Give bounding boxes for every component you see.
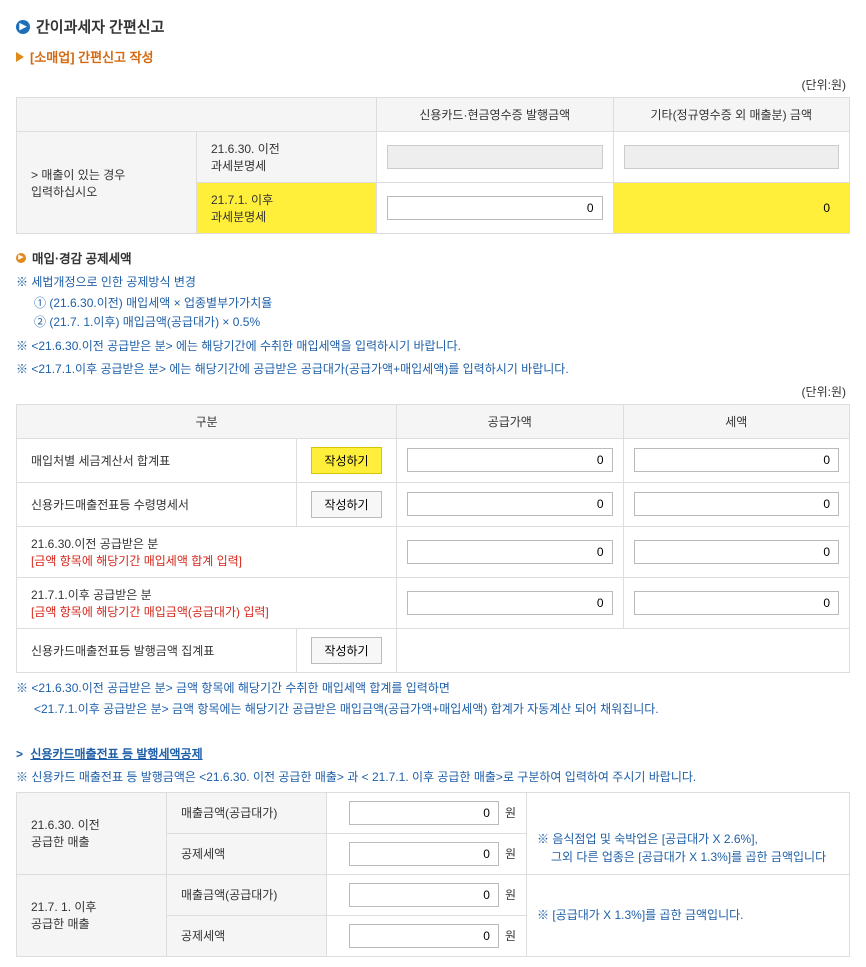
purchase-row4: 21.7.1.이후 공급받은 분 [금액 항목에 해당기간 매입금액(공급대가)…	[17, 577, 397, 628]
row1-supply-input[interactable]	[407, 448, 613, 472]
sales-row-head-l1: > 매출이 있는 경우	[31, 166, 186, 183]
credit-link-row: > 신용카드매출전표 등 발행세액공제	[16, 745, 850, 762]
purchase-note1: ※ 세법개정으로 인한 공제방식 변경	[16, 273, 850, 292]
after-other-input[interactable]	[624, 196, 840, 220]
credit-before-head: 21.6.30. 이전 공급한 매출	[17, 792, 167, 874]
period-before: 21.6.30. 이전 과세분명세	[197, 132, 377, 183]
row3-supply-input[interactable]	[407, 540, 613, 564]
page-sub-title: [소매업] 간편신고 작성	[16, 47, 850, 66]
purchase-note1a: ① (21.6.30.이전) 매입세액 × 업종별부가가치율	[34, 294, 850, 313]
credit-after-head: 21.7. 1. 이후 공급한 매출	[17, 874, 167, 956]
credit-before-deduct-label: 공제세액	[167, 833, 327, 874]
row2-supply-input[interactable]	[407, 492, 613, 516]
period-after-l1: 21.7.1. 이후	[211, 191, 366, 208]
sales-table: 신용카드·현금영수증 발행금액 기타(정규영수증 외 매출분) 금액 > 매출이…	[16, 97, 850, 234]
credit-before-l1: 21.6.30. 이전	[31, 816, 156, 833]
credit-before-help-l1: ※ 음식점업 및 숙박업은 [공급대가 X 2.6%],	[537, 830, 839, 848]
sales-row-head-l2: 입력하십시오	[31, 183, 186, 200]
purchase-note2: ※ <21.6.30.이전 공급받은 분> 에는 해당기간에 수취한 매입세액을…	[16, 337, 850, 356]
won-unit: 원	[505, 927, 516, 944]
purchase-row5-label: 신용카드매출전표등 발행금액 집계표	[17, 628, 297, 672]
purchase-row4-l1: 21.7.1.이후 공급받은 분	[31, 586, 386, 603]
unit-label: (단위:원)	[16, 76, 846, 93]
row4-tax-input[interactable]	[634, 591, 840, 615]
unit-label-2: (단위:원)	[16, 383, 846, 400]
row2-tax-input[interactable]	[634, 492, 840, 516]
period-before-l2: 과세분명세	[211, 157, 366, 174]
credit-card-deduct-link[interactable]: 신용카드매출전표 등 발행세액공제	[30, 747, 202, 761]
purchase-row3: 21.6.30.이전 공급받은 분 [금액 항목에 해당기간 매입세액 합계 입…	[17, 526, 397, 577]
col-card-receipt: 신용카드·현금영수증 발행금액	[377, 98, 614, 132]
credit-after-help-cell: ※ [공급대가 X 1.3%]를 곱한 금액입니다.	[527, 874, 850, 956]
credit-after-amount-label: 매출금액(공급대가)	[167, 874, 327, 915]
purchase-row3-l2: [금액 항목에 해당기간 매입세액 합계 입력]	[31, 552, 386, 569]
won-unit: 원	[505, 804, 516, 821]
chevron-right-icon: >	[16, 747, 23, 761]
credit-before-help: ※ 음식점업 및 숙박업은 [공급대가 X 2.6%], 그외 다른 업종은 […	[527, 792, 850, 874]
purchase-row2-label: 신용카드매출전표등 수령명세서	[17, 482, 297, 526]
write-button-1[interactable]: 작성하기	[311, 447, 381, 474]
credit-after-l2: 공급한 매출	[31, 915, 156, 932]
won-unit: 원	[505, 886, 516, 903]
before-other-input	[624, 145, 840, 169]
page-main-title: ▶ 간이과세자 간편신고	[16, 16, 850, 37]
purchase-note3: ※ <21.7.1.이후 공급받은 분> 에는 해당기간에 공급받은 공급대가(…	[16, 360, 850, 379]
won-unit: 원	[505, 845, 516, 862]
period-after-l2: 과세분명세	[211, 208, 366, 225]
col-other: 기타(정규영수증 외 매출분) 금액	[613, 98, 850, 132]
after-amount-input[interactable]	[349, 883, 499, 907]
credit-table: 21.6.30. 이전 공급한 매출 매출금액(공급대가) 원 ※ 음식점업 및…	[16, 792, 850, 957]
col-supply: 공급가액	[397, 404, 624, 438]
blank-header	[17, 98, 377, 132]
after-deduct-input[interactable]	[349, 924, 499, 948]
purchase-footnote-l1: ※ <21.6.30.이전 공급받은 분> 금액 항목에 해당기간 수취한 매입…	[16, 679, 850, 698]
purchase-row4-l2: [금액 항목에 해당기간 매입금액(공급대가) 입력]	[31, 603, 386, 620]
before-deduct-input[interactable]	[349, 842, 499, 866]
row3-tax-input[interactable]	[634, 540, 840, 564]
after-card-input[interactable]	[387, 196, 603, 220]
sales-row-head: > 매출이 있는 경우 입력하십시오	[17, 132, 197, 234]
chevron-right-circle-icon: ▶	[16, 253, 26, 263]
purchase-row1-label: 매입처별 세금계산서 합계표	[17, 438, 297, 482]
col-tax: 세액	[623, 404, 850, 438]
sub-title-text: [소매업] 간편신고 작성	[30, 47, 154, 66]
purchase-row3-l1: 21.6.30.이전 공급받은 분	[31, 535, 386, 552]
period-before-l1: 21.6.30. 이전	[211, 140, 366, 157]
purchase-section-head: ▶ 매입·경감 공제세액	[16, 248, 850, 267]
credit-before-l2: 공급한 매출	[31, 833, 156, 850]
credit-after-deduct-label: 공제세액	[167, 915, 327, 956]
write-button-2[interactable]: 작성하기	[311, 491, 381, 518]
period-after: 21.7.1. 이후 과세분명세	[197, 183, 377, 234]
credit-after-help: ※ [공급대가 X 1.3%]를 곱한 금액입니다.	[537, 906, 839, 924]
main-title-text: 간이과세자 간편신고	[36, 16, 164, 37]
row1-tax-input[interactable]	[634, 448, 840, 472]
row4-supply-input[interactable]	[407, 591, 613, 615]
arrow-right-icon	[16, 52, 24, 62]
col-division: 구분	[17, 404, 397, 438]
write-button-3[interactable]: 작성하기	[311, 637, 381, 664]
credit-after-l1: 21.7. 1. 이후	[31, 898, 156, 915]
purchase-footnote-l2: <21.7.1.이후 공급받은 분> 금액 항목에는 해당기간 공급받은 매입금…	[34, 700, 850, 719]
purchase-note1b: ② (21.7. 1.이후) 매입금액(공급대가) × 0.5%	[34, 313, 850, 332]
before-amount-input[interactable]	[349, 801, 499, 825]
credit-before-help-l2: 그외 다른 업종은 [공급대가 X 1.3%]를 곱한 금액입니다	[551, 848, 839, 866]
credit-before-amount-label: 매출금액(공급대가)	[167, 792, 327, 833]
arrow-right-circle-icon: ▶	[16, 20, 30, 34]
purchase-section-title: 매입·경감 공제세액	[32, 248, 132, 267]
purchase-table: 구분 공급가액 세액 매입처별 세금계산서 합계표 작성하기 신용카드매출전표등…	[16, 404, 850, 673]
credit-note: ※ 신용카드 매출전표 등 발행금액은 <21.6.30. 이전 공급한 매출>…	[16, 768, 850, 787]
before-card-input	[387, 145, 603, 169]
